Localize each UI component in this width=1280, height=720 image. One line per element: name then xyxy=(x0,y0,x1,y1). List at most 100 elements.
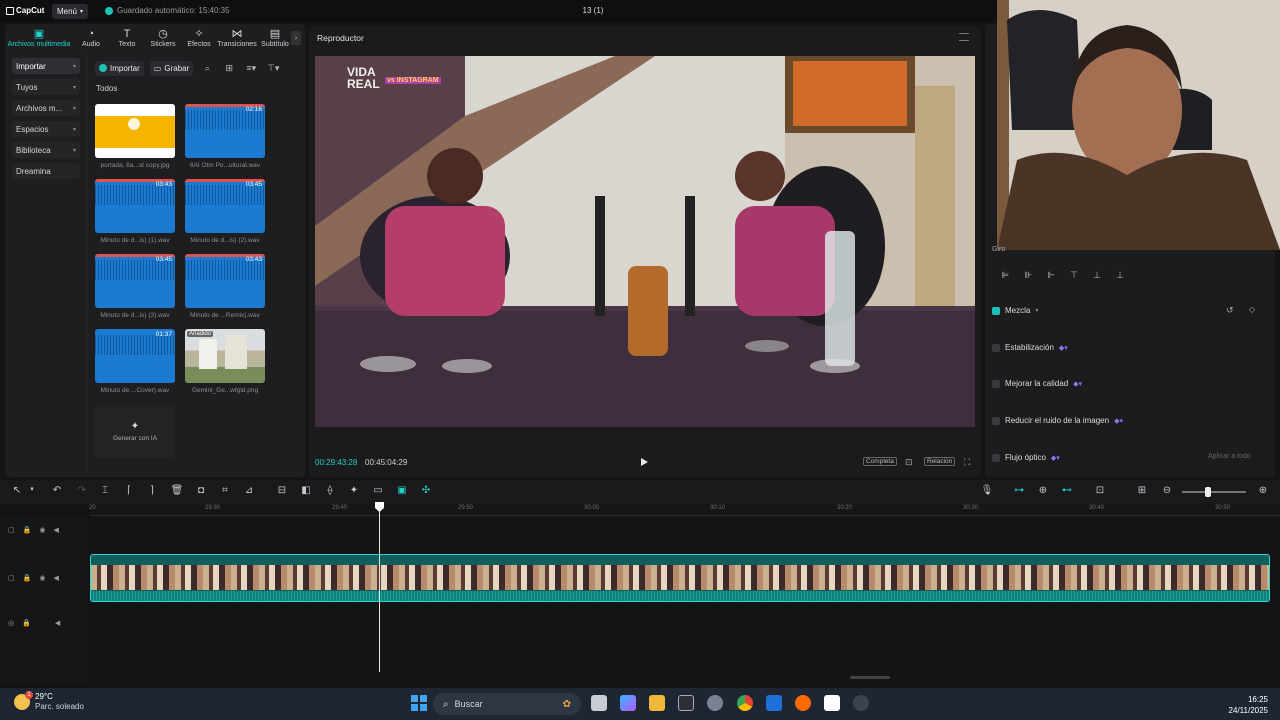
auto-reframe-icon[interactable]: ⟠ xyxy=(323,485,337,496)
store-icon[interactable] xyxy=(766,695,782,711)
sort-icon[interactable]: ≡▾ xyxy=(243,61,259,76)
app-icon-2[interactable] xyxy=(853,695,869,711)
snap-icon[interactable]: ⊷ xyxy=(1060,485,1074,496)
tab-subtitle[interactable]: ▤ Subtítulo xyxy=(257,24,293,52)
media-item[interactable]: 02:16 8AI Otm Po...ultural.wav xyxy=(185,104,265,176)
checkbox-icon[interactable] xyxy=(992,379,1000,388)
zoom-slider[interactable] xyxy=(1182,491,1246,493)
lock-icon[interactable]: 🔒 xyxy=(23,574,32,582)
lock-icon[interactable]: 🔒 xyxy=(23,526,32,534)
zoom-out-icon[interactable]: ⊖ xyxy=(1160,485,1174,496)
align-center-icon[interactable]: ⊪ xyxy=(1018,268,1038,282)
category-library[interactable]: Biblioteca ▾ xyxy=(12,142,80,158)
eye-icon[interactable]: ◉ xyxy=(39,574,45,582)
split-left-icon[interactable]: ⌈ xyxy=(122,485,136,496)
delete-icon[interactable]: 🗑 xyxy=(170,485,184,496)
prop-enhance-quality[interactable]: Mejorar la calidad ◆▾ xyxy=(992,379,1082,388)
subtitle-toggle-icon[interactable]: ⊡ xyxy=(1093,485,1107,496)
apply-all-button[interactable]: Aplicar a todo xyxy=(1208,453,1251,460)
marker-icon[interactable]: ◘ xyxy=(194,485,208,496)
app-icon[interactable] xyxy=(678,695,694,711)
media-item[interactable]: 01:37 Minuto de ...Cover).wav xyxy=(95,329,175,401)
fullscreen-icon[interactable]: ⛶ xyxy=(964,457,970,468)
search-icon[interactable]: ⌕ xyxy=(199,61,215,76)
ai-cut-icon[interactable]: ▣ xyxy=(395,485,409,496)
tab-effects[interactable]: ✧ Efectos xyxy=(181,24,217,52)
media-item[interactable]: 03:43 Minuto de ...Remix).wav xyxy=(185,254,265,326)
category-files[interactable]: Archivos m... ▾ xyxy=(12,100,80,116)
video-preview[interactable]: VIDA REAL vs INSTAGRAM xyxy=(315,56,975,427)
taskbar-search[interactable]: ⌕ Buscar ✿ xyxy=(433,693,581,715)
media-item[interactable]: 03:45 Minuto de d...is) (2).wav xyxy=(185,179,265,251)
zoom-in-icon[interactable]: ⊕ xyxy=(1256,485,1270,496)
complete-view-button[interactable]: Completa xyxy=(863,457,897,466)
volume-icon[interactable]: ◀ xyxy=(53,574,58,582)
copilot-icon[interactable] xyxy=(620,695,636,711)
play-icon[interactable] xyxy=(639,457,649,467)
chevron-right-icon[interactable]: › xyxy=(291,31,301,45)
zoom-slider-handle[interactable] xyxy=(1205,487,1211,497)
import-button[interactable]: Importar xyxy=(95,60,144,76)
category-yours[interactable]: Tuyos ▾ xyxy=(12,79,80,95)
prop-blend[interactable]: Mezcla ▾ xyxy=(992,306,1038,315)
align-bottom-icon[interactable]: ⊥ xyxy=(1110,268,1130,282)
media-item[interactable]: Añadido Gemini_Ge...wfgld.png xyxy=(185,329,265,401)
timeline-scrollbar[interactable] xyxy=(850,676,890,679)
microphone-icon[interactable]: 🎙 xyxy=(980,485,994,496)
preview-axis-icon[interactable]: ⊕ xyxy=(1036,485,1050,496)
grid-view-icon[interactable]: ⊞ xyxy=(221,61,237,76)
checkbox-icon[interactable] xyxy=(992,306,1000,315)
category-dreamina[interactable]: Dreamina xyxy=(12,163,80,179)
magic-icon[interactable]: ✦ xyxy=(347,485,361,496)
playhead[interactable] xyxy=(379,502,380,672)
media-item[interactable]: 03:45 Minuto de d...is) (3).wav xyxy=(95,254,175,326)
windows-start-icon[interactable] xyxy=(411,695,427,711)
captions-icon[interactable]: ▭ xyxy=(371,485,385,496)
split-icon[interactable]: ⌶ xyxy=(98,485,112,496)
prop-optical-flow[interactable]: Flujo óptico ◆▾ xyxy=(992,453,1060,462)
system-clock[interactable]: 16:25 24/11/2025 xyxy=(1222,694,1268,716)
eye-icon[interactable]: ◉ xyxy=(39,526,45,534)
tab-transitions[interactable]: ⋈ Transiciones xyxy=(217,24,257,52)
fit-screen-icon[interactable]: ⊡ xyxy=(905,457,913,468)
redo-icon[interactable]: ↷ xyxy=(75,485,89,496)
file-explorer-icon[interactable] xyxy=(649,695,665,711)
menu-icon[interactable] xyxy=(959,33,969,41)
prop-denoise[interactable]: Reducir el ruido de la imagen ◆▾ xyxy=(992,416,1123,425)
video-clip[interactable] xyxy=(90,554,1270,602)
task-view-icon[interactable] xyxy=(591,695,607,711)
browser-icon[interactable] xyxy=(795,695,811,711)
freeze-icon[interactable]: ⊟ xyxy=(275,485,289,496)
tab-audio[interactable]: ◔ Audio xyxy=(73,24,109,52)
keyframe-icon[interactable]: ◇ xyxy=(1249,305,1255,314)
undo-icon[interactable]: ↶ xyxy=(50,485,64,496)
link-main-track-icon[interactable]: ⊶ xyxy=(1012,485,1026,496)
category-import[interactable]: Importar ▾ xyxy=(12,58,80,74)
zoom-fit-icon[interactable]: ⊞ xyxy=(1135,485,1149,496)
checkbox-icon[interactable] xyxy=(992,416,1000,425)
chrome-icon[interactable] xyxy=(737,695,753,711)
tab-stickers[interactable]: ◷ Stickers xyxy=(145,24,181,52)
volume-icon[interactable]: ◀ xyxy=(55,619,60,627)
media-item[interactable]: 03:43 Minuto de d...is) (1).wav xyxy=(95,179,175,251)
align-right-icon[interactable]: ⊩ xyxy=(1041,268,1061,282)
filter-icon[interactable]: ⊤▾ xyxy=(265,61,281,76)
select-tool-icon[interactable]: ↖ xyxy=(10,485,24,496)
media-item[interactable]: portada, 8a...st copy.jpg xyxy=(95,104,175,176)
speed-icon[interactable]: ⊿ xyxy=(242,485,256,496)
reset-icon[interactable]: ↺ xyxy=(1226,305,1234,316)
split-right-icon[interactable]: ⌉ xyxy=(145,485,159,496)
lock-icon[interactable]: 🔒 xyxy=(22,619,31,627)
align-top-icon[interactable]: ⊤ xyxy=(1064,268,1084,282)
smart-icon[interactable]: ✣ xyxy=(419,485,433,496)
capcut-taskbar-icon[interactable] xyxy=(824,695,840,711)
volume-icon[interactable]: ◀ xyxy=(53,526,58,534)
checkbox-icon[interactable] xyxy=(992,343,1000,352)
settings-icon[interactable] xyxy=(707,695,723,711)
prop-stabilization[interactable]: Estabilización ◆▾ xyxy=(992,343,1068,352)
tab-text[interactable]: T Texto xyxy=(109,24,145,52)
chevron-down-icon[interactable]: ▾ xyxy=(25,485,39,493)
crop-icon[interactable]: ⌗ xyxy=(218,485,232,496)
menu-button[interactable]: Menú ▾ xyxy=(52,4,88,19)
align-left-icon[interactable]: ⊫ xyxy=(995,268,1015,282)
